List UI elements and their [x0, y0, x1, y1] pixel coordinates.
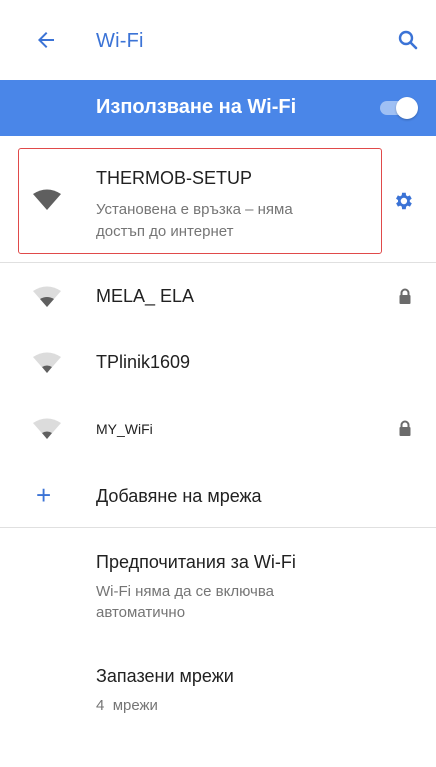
saved-networks-title: Запазени мрежи: [96, 666, 234, 686]
network-ssid: MY_WiFi: [96, 421, 153, 437]
saved-networks-count: 4 мрежи: [96, 696, 158, 716]
saved-networks-unit: мрежи: [112, 697, 158, 714]
network-ssid: MELA_ ELA: [96, 286, 195, 306]
saved-networks-item[interactable]: Запазени мрежи 4 мрежи: [0, 654, 436, 724]
network-ssid: THERMOB-SETUP: [96, 168, 253, 188]
wifi-preferences-subtitle-line-1: Wi-Fi няма да се включва: [96, 583, 274, 600]
network-item-connected[interactable]: THERMOB-SETUP Установена е връзка – няма…: [0, 148, 436, 256]
add-network-label: Добавяне на мрежа: [96, 486, 262, 506]
use-wifi-bar[interactable]: Използване на Wi-Fi: [0, 80, 436, 136]
add-network-item[interactable]: + Добавяне на мрежа: [0, 472, 436, 520]
wifi-signal-icon: [33, 286, 61, 307]
wifi-preferences-item[interactable]: Предпочитания за Wi-Fi Wi-Fi няма да се …: [0, 540, 436, 630]
use-wifi-toggle[interactable]: [376, 96, 418, 120]
lock-icon: [399, 288, 411, 304]
network-item[interactable]: TPlinik1609: [0, 338, 436, 388]
back-arrow-icon[interactable]: [34, 28, 58, 52]
network-status-line-1: Установена е връзка – няма: [96, 201, 293, 218]
gear-icon[interactable]: [392, 190, 414, 212]
wifi-signal-icon: [33, 418, 61, 439]
wifi-signal-icon: [33, 352, 61, 373]
page-title: Wi-Fi: [96, 30, 144, 52]
lock-icon: [399, 420, 411, 436]
network-item[interactable]: MY_WiFi: [0, 404, 436, 454]
divider: [0, 262, 436, 263]
network-status-line-2: достъп до интернет: [96, 223, 234, 240]
divider: [0, 527, 436, 528]
saved-networks-number: 4: [96, 697, 105, 714]
wifi-settings-screen: Wi-Fi Използване на Wi-Fi THERMOB-SETUP …: [0, 0, 436, 767]
redaction-box: [236, 342, 290, 380]
redaction-box: [198, 282, 234, 312]
plus-icon: +: [36, 480, 52, 510]
wifi-signal-icon: [33, 189, 61, 210]
use-wifi-label: Използване на Wi-Fi: [96, 96, 297, 118]
wifi-preferences-title: Предпочитания за Wi-Fi: [96, 552, 296, 572]
toggle-thumb: [396, 97, 418, 119]
network-item[interactable]: MELA_ ELA: [0, 272, 436, 322]
redaction-box: [160, 414, 228, 444]
app-bar: Wi-Fi: [0, 0, 436, 80]
search-icon[interactable]: [396, 28, 420, 52]
network-ssid: TPlinik1609: [96, 352, 191, 372]
wifi-preferences-subtitle-line-2: автоматично: [96, 604, 186, 621]
